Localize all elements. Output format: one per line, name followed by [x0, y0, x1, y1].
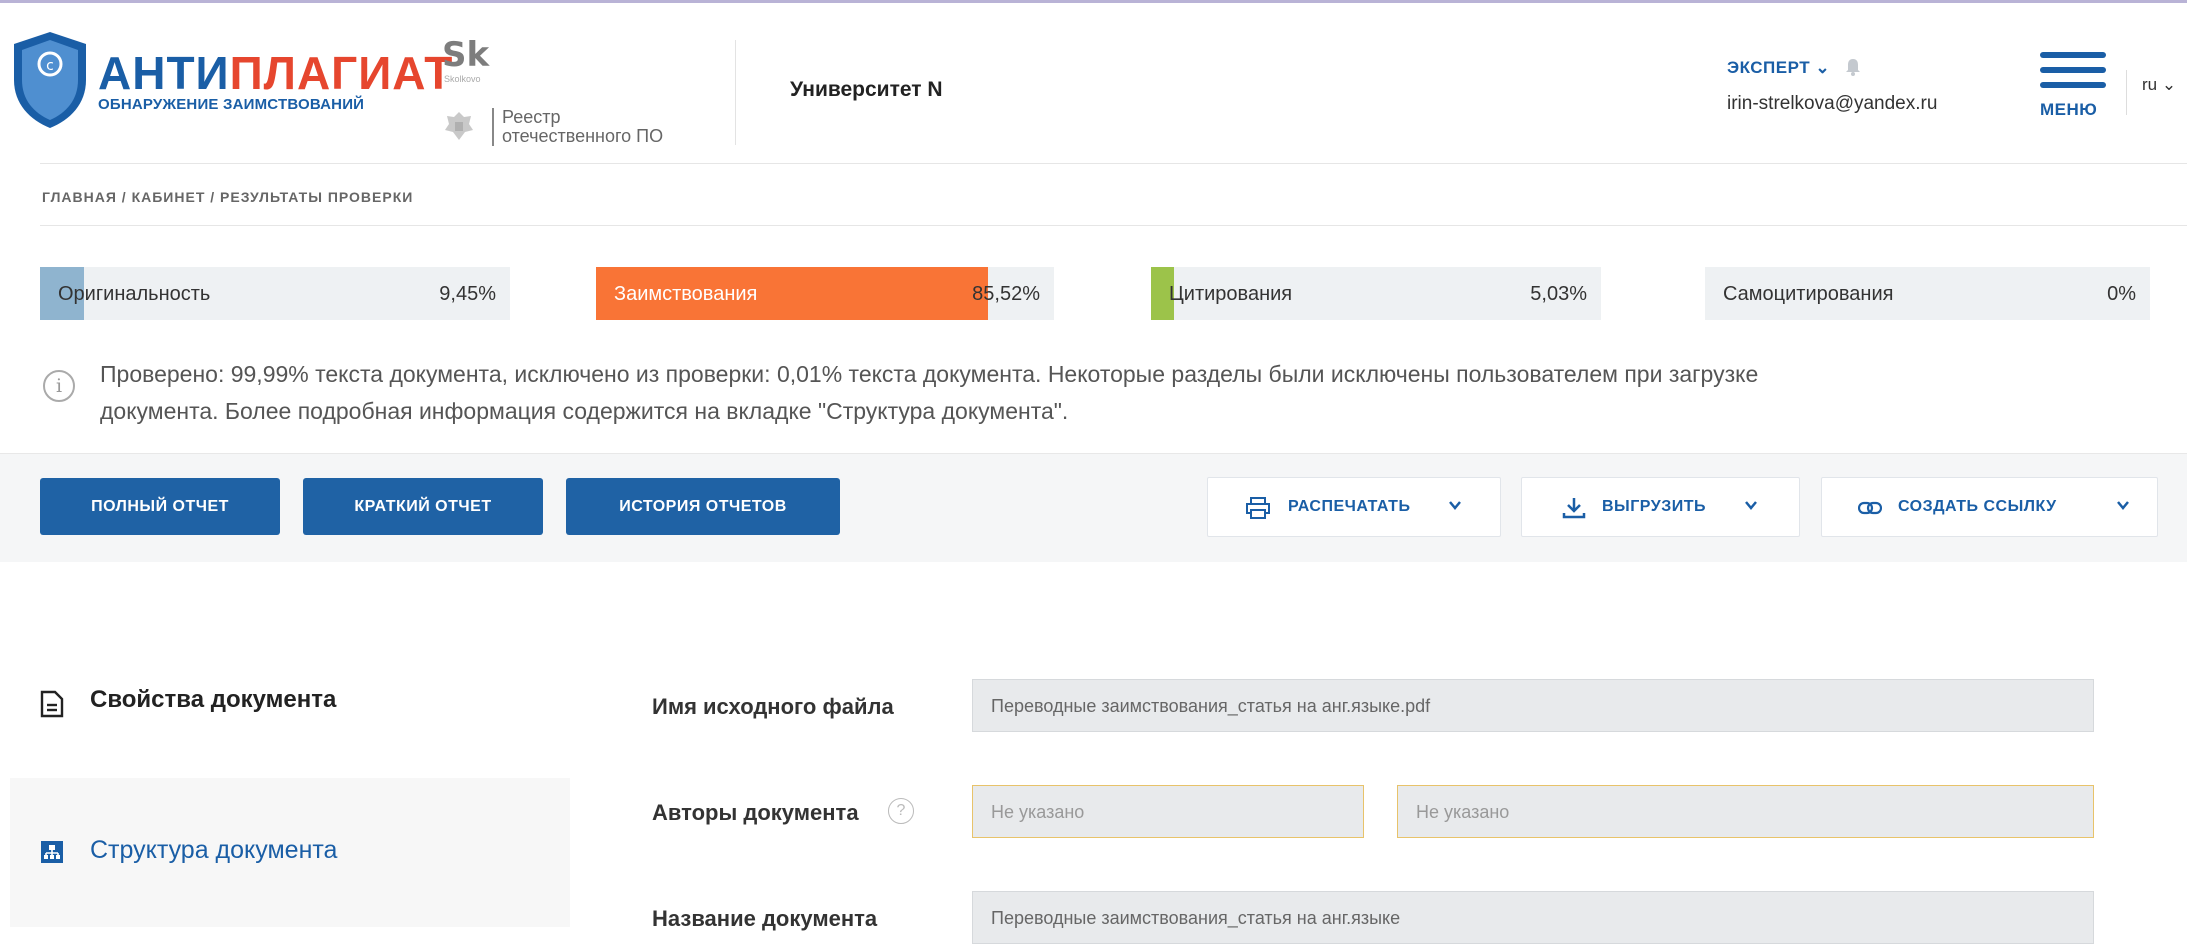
chevron-down-icon: ⌄ [1815, 58, 1831, 77]
role-label: ЭКСПЕРТ [1727, 58, 1811, 77]
header-divider-2 [2126, 70, 2127, 115]
export-label: ВЫГРУЗИТЬ [1602, 498, 1706, 515]
metric-borrowings-value: 85,52% [972, 283, 1040, 305]
document-icon [40, 690, 64, 718]
document-title-label: Название документа [652, 906, 878, 931]
logo-title-part1: АНТИ [98, 47, 230, 99]
authors-label: Авторы документа [652, 800, 859, 825]
language-selector[interactable]: ru ⌄ [2142, 75, 2176, 95]
reestr-text: Реестр отечественного ПО [502, 108, 663, 146]
metric-citations: Цитирования 5,03% [1151, 267, 1601, 320]
file-name-label: Имя исходного файла [652, 694, 894, 719]
sidebar-structure-link[interactable]: Структура документа [90, 836, 337, 865]
chevron-down-icon [2117, 501, 2129, 510]
skolkovo-logo: Sk [442, 35, 490, 75]
full-report-button[interactable]: ПОЛНЫЙ ОТЧЕТ [40, 478, 280, 535]
reestr-line1: Реестр [502, 107, 561, 127]
chevron-down-icon [1449, 501, 1461, 510]
chevron-down-icon: ⌄ [2161, 75, 2177, 94]
role-dropdown[interactable]: ЭКСПЕРТ ⌄ [1727, 58, 1830, 78]
logo-title-part2: ПЛАГИАТ [229, 47, 454, 99]
metric-citations-value: 5,03% [1530, 283, 1587, 305]
check-info-line1: Проверено: 99,99% текста документа, искл… [100, 361, 1759, 387]
metric-originality: Оригинальность 9,45% [40, 267, 510, 320]
antiplagiat-shield-icon: c [14, 32, 86, 128]
bell-icon[interactable] [1845, 58, 1861, 76]
reestr-divider [492, 108, 494, 146]
russia-emblem-icon [445, 112, 473, 140]
metric-self-citations-value: 0% [2107, 283, 2136, 305]
download-icon [1562, 498, 1586, 519]
metric-originality-label: Оригинальность [58, 283, 211, 305]
print-button[interactable]: РАСПЕЧАТАТЬ [1207, 477, 1501, 537]
logo-title[interactable]: АНТИПЛАГИАТ [98, 50, 453, 96]
author-field-2[interactable]: Не указано [1397, 785, 2094, 838]
logo-subtitle: ОБНАРУЖЕНИЕ ЗАИМСТВОВАНИЙ [98, 96, 365, 113]
printer-icon [1246, 497, 1270, 519]
metric-borrowings: Заимствования 85,52% [596, 267, 1054, 320]
report-history-button[interactable]: ИСТОРИЯ ОТЧЕТОВ [566, 478, 840, 535]
breadcrumb-rule [40, 225, 2187, 226]
skolkovo-small-text: Skolkovo [444, 74, 481, 84]
metric-self-citations: Самоцитирования 0% [1705, 267, 2150, 320]
create-link-label: СОЗДАТЬ ССЫЛКУ [1898, 498, 2057, 515]
info-icon: i [43, 370, 75, 402]
metric-originality-value: 9,45% [439, 283, 496, 305]
metric-self-citations-label: Самоцитирования [1723, 283, 1894, 305]
link-icon [1858, 501, 1882, 515]
hamburger-icon [2040, 52, 2106, 58]
breadcrumb[interactable]: ГЛАВНАЯ / КАБИНЕТ / РЕЗУЛЬТАТЫ ПРОВЕРКИ [42, 189, 413, 205]
metric-citations-label: Цитирования [1169, 283, 1293, 305]
short-report-button[interactable]: КРАТКИЙ ОТЧЕТ [303, 478, 543, 535]
organization-name: Университет N [790, 78, 943, 101]
user-email[interactable]: irin-strelkova@yandex.ru [1727, 93, 1937, 115]
metric-borrowings-label: Заимствования [614, 283, 758, 305]
sidebar-properties-title[interactable]: Свойства документа [90, 686, 336, 714]
help-icon[interactable]: ? [888, 798, 914, 824]
create-link-button[interactable]: СОЗДАТЬ ССЫЛКУ [1821, 477, 2158, 537]
check-info-text: Проверено: 99,99% текста документа, искл… [100, 356, 2100, 430]
reestr-line2: отечественного ПО [502, 126, 664, 146]
hamburger-bar [2040, 67, 2106, 73]
check-info-line2: документа. Более подробная информация со… [100, 398, 1069, 424]
file-name-field[interactable]: Переводные заимствования_статья на анг.я… [972, 679, 2094, 732]
language-label: ru [2142, 75, 2158, 94]
hamburger-bar [2040, 82, 2106, 88]
menu-label[interactable]: МЕНЮ [2040, 100, 2097, 120]
export-button[interactable]: ВЫГРУЗИТЬ [1521, 477, 1800, 537]
author-field-1[interactable]: Не указано [972, 785, 1364, 838]
print-label: РАСПЕЧАТАТЬ [1288, 498, 1411, 515]
header-bottom-rule [40, 163, 2187, 164]
document-title-field[interactable]: Переводные заимствования_статья на анг.я… [972, 891, 2094, 944]
structure-icon [41, 841, 63, 863]
chevron-down-icon [1745, 501, 1757, 510]
header-divider [735, 40, 736, 145]
svg-text:c: c [46, 58, 54, 74]
